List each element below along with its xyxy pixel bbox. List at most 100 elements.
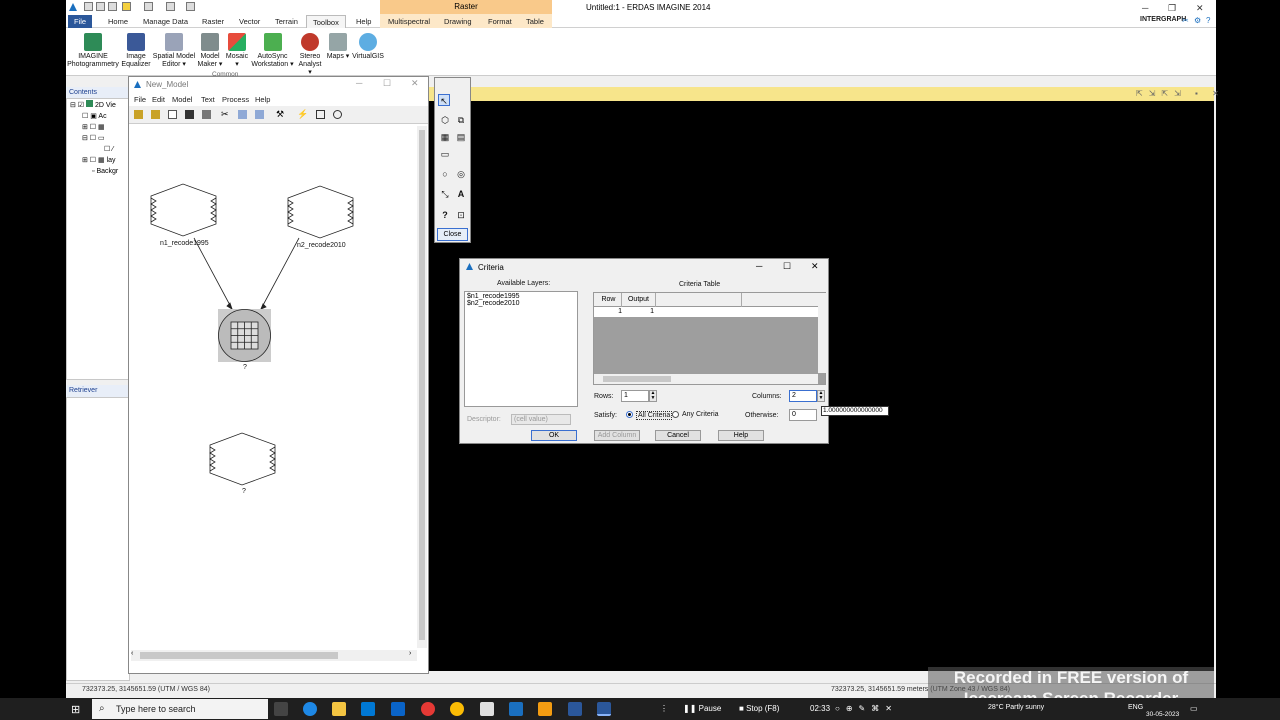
open-folder-icon[interactable] [134, 110, 143, 119]
criteria-close-button[interactable]: ✕ [811, 261, 819, 272]
tools-icon[interactable]: ✂ [1182, 16, 1189, 25]
clock-date[interactable]: 30-05-2023 [1146, 711, 1179, 718]
model-menu-file[interactable]: File [134, 95, 146, 104]
columns-input[interactable]: 2 [789, 390, 817, 402]
imagine-photogrammetry-button[interactable]: IMAGINE Photogrammetry [67, 33, 119, 69]
scroll-right-icon[interactable]: › [409, 650, 411, 657]
tab-vector[interactable]: Vector [233, 15, 266, 28]
rows-input[interactable]: 1 [621, 390, 649, 402]
erdas-taskbar-icon[interactable] [509, 702, 523, 716]
model-menu-text[interactable]: Text [201, 95, 215, 104]
minimize-button[interactable]: ─ [1142, 3, 1148, 13]
print-icon[interactable] [202, 110, 211, 119]
image-equalizer-button[interactable]: Image Equalizer [120, 33, 152, 69]
layer-item[interactable]: $n2_recode2010 [467, 300, 520, 307]
pause-button[interactable]: ❚❚ Pause [683, 704, 721, 713]
layer-item[interactable]: $n1_recode1995 [467, 293, 520, 300]
restore-button[interactable]: ❐ [1168, 3, 1176, 14]
task-view-icon[interactable] [274, 702, 288, 716]
column-header-output[interactable]: Output [622, 293, 656, 307]
run-icon[interactable]: ⚡ [297, 110, 308, 119]
options-icon[interactable]: ⚙ [1194, 16, 1201, 25]
model-menu-model[interactable]: Model [172, 95, 192, 104]
all-criteria-label[interactable]: All Criteria [636, 411, 673, 420]
model-minimize-button[interactable]: ─ [356, 78, 362, 88]
stop-button[interactable]: ■ Stop (F8) [739, 704, 779, 713]
tree-item-layer-1[interactable]: ☐ ▣ Ac [82, 111, 107, 122]
fit-icon[interactable] [316, 110, 325, 119]
table-tool-icon[interactable]: ▤ [455, 131, 467, 143]
zoom-model-icon[interactable] [333, 110, 342, 119]
viewer-controls[interactable]: ⇱⇲⇱⇲ ▪ ✕ [1136, 89, 1225, 98]
tab-home[interactable]: Home [102, 15, 134, 28]
weather[interactable]: 28°C Partly sunny [988, 704, 1044, 711]
new-icon[interactable] [84, 2, 93, 11]
pointer-tool-icon[interactable]: ↖ [438, 94, 450, 106]
hammer-icon[interactable]: ⚒ [276, 110, 285, 119]
chrome-icon[interactable] [450, 702, 464, 716]
erdas-active-icon[interactable] [597, 702, 611, 716]
raster-tool-icon[interactable]: ⬡ [439, 114, 451, 126]
mail-icon[interactable] [391, 702, 405, 716]
edge-icon[interactable] [303, 702, 317, 716]
pan-icon[interactable] [166, 2, 175, 11]
vector-tool-icon[interactable]: ⧉ [455, 114, 467, 126]
copy-icon[interactable] [238, 110, 247, 119]
column-header-row[interactable]: Row [596, 293, 622, 307]
help-tool-icon[interactable]: ? [439, 209, 451, 221]
model-menu-edit[interactable]: Edit [152, 95, 165, 104]
inquire-icon[interactable] [186, 2, 195, 11]
open-icon[interactable] [96, 2, 105, 11]
criteria-maximize-button[interactable]: ☐ [783, 261, 791, 272]
tab-multispectral[interactable]: Multispectral [382, 15, 436, 28]
table-cell-output[interactable]: 1 [622, 308, 654, 315]
mosaic-button[interactable]: Mosaic ▾ [224, 33, 250, 69]
document-icon[interactable] [480, 702, 494, 716]
tab-toolbox[interactable]: Toolbox [306, 15, 346, 28]
matrix-tool-icon[interactable]: ▦ [439, 131, 451, 143]
criteria-minimize-button[interactable]: ─ [756, 261, 762, 271]
tree-item-layer-4[interactable]: ☐ ⁄ [104, 144, 113, 155]
tree-item-layer-3[interactable]: ⊟ ☐ ▭ [82, 133, 105, 144]
rows-spinner[interactable]: ▲ ▼ [649, 390, 657, 402]
connect-tool-icon[interactable]: ⤡ [439, 188, 451, 200]
maps-button[interactable]: Maps ▾ [326, 33, 350, 61]
spatial-model-editor-button[interactable]: Spatial Model Editor ▾ [152, 33, 196, 69]
scroll-left-icon[interactable]: ‹ [131, 650, 133, 657]
save-model-icon[interactable] [185, 110, 194, 119]
palette-close-button[interactable]: Close [437, 228, 468, 241]
model-menu-process[interactable]: Process [222, 95, 249, 104]
select-icon[interactable] [122, 2, 131, 11]
tree-item-2d-view[interactable]: ⊟ ☑ 2D Vie [70, 100, 116, 111]
model-canvas[interactable] [131, 126, 417, 648]
columns-spinner[interactable]: ▲ ▼ [817, 390, 825, 402]
tree-item-layer-5[interactable]: ⊞ ☐ ▦ lay [82, 155, 116, 166]
help-button[interactable]: Help [718, 430, 764, 441]
new-file-icon[interactable] [168, 110, 177, 119]
function-tool-icon[interactable]: ○ [439, 168, 451, 180]
model-close-button[interactable]: ✕ [411, 78, 419, 89]
available-layers-list[interactable] [464, 291, 578, 407]
all-criteria-radio[interactable] [626, 411, 633, 418]
close-button[interactable]: ✕ [1196, 3, 1204, 14]
recorder-controls[interactable]: ○⊕✎⌘✕ [835, 704, 898, 713]
tab-terrain[interactable]: Terrain [269, 15, 304, 28]
tab-help[interactable]: Help [350, 15, 377, 28]
virtualgis-button[interactable]: VirtualGIS [351, 33, 385, 61]
tree-item-layer-2[interactable]: ⊞ ☐ ▦ [82, 122, 105, 133]
app-icon[interactable] [568, 702, 582, 716]
tab-file[interactable]: File [68, 15, 92, 28]
tab-manage-data[interactable]: Manage Data [137, 15, 194, 28]
folder-icon[interactable] [151, 110, 160, 119]
any-criteria-radio[interactable] [672, 411, 679, 418]
cut-icon[interactable]: ✂ [221, 110, 230, 119]
help-icon[interactable]: ? [1206, 16, 1210, 25]
lock-tool-icon[interactable]: ⊡ [455, 209, 467, 221]
tab-drawing[interactable]: Drawing [438, 15, 478, 28]
model-vscroll-thumb[interactable] [419, 130, 425, 640]
criteria-tool-icon[interactable]: ◎ [455, 168, 467, 180]
table-hscroll-thumb[interactable] [603, 376, 671, 382]
otherwise-input[interactable]: 0 [789, 409, 817, 421]
tree-item-background[interactable]: ▫ Backgr [92, 166, 118, 177]
zoom-icon[interactable] [144, 2, 153, 11]
